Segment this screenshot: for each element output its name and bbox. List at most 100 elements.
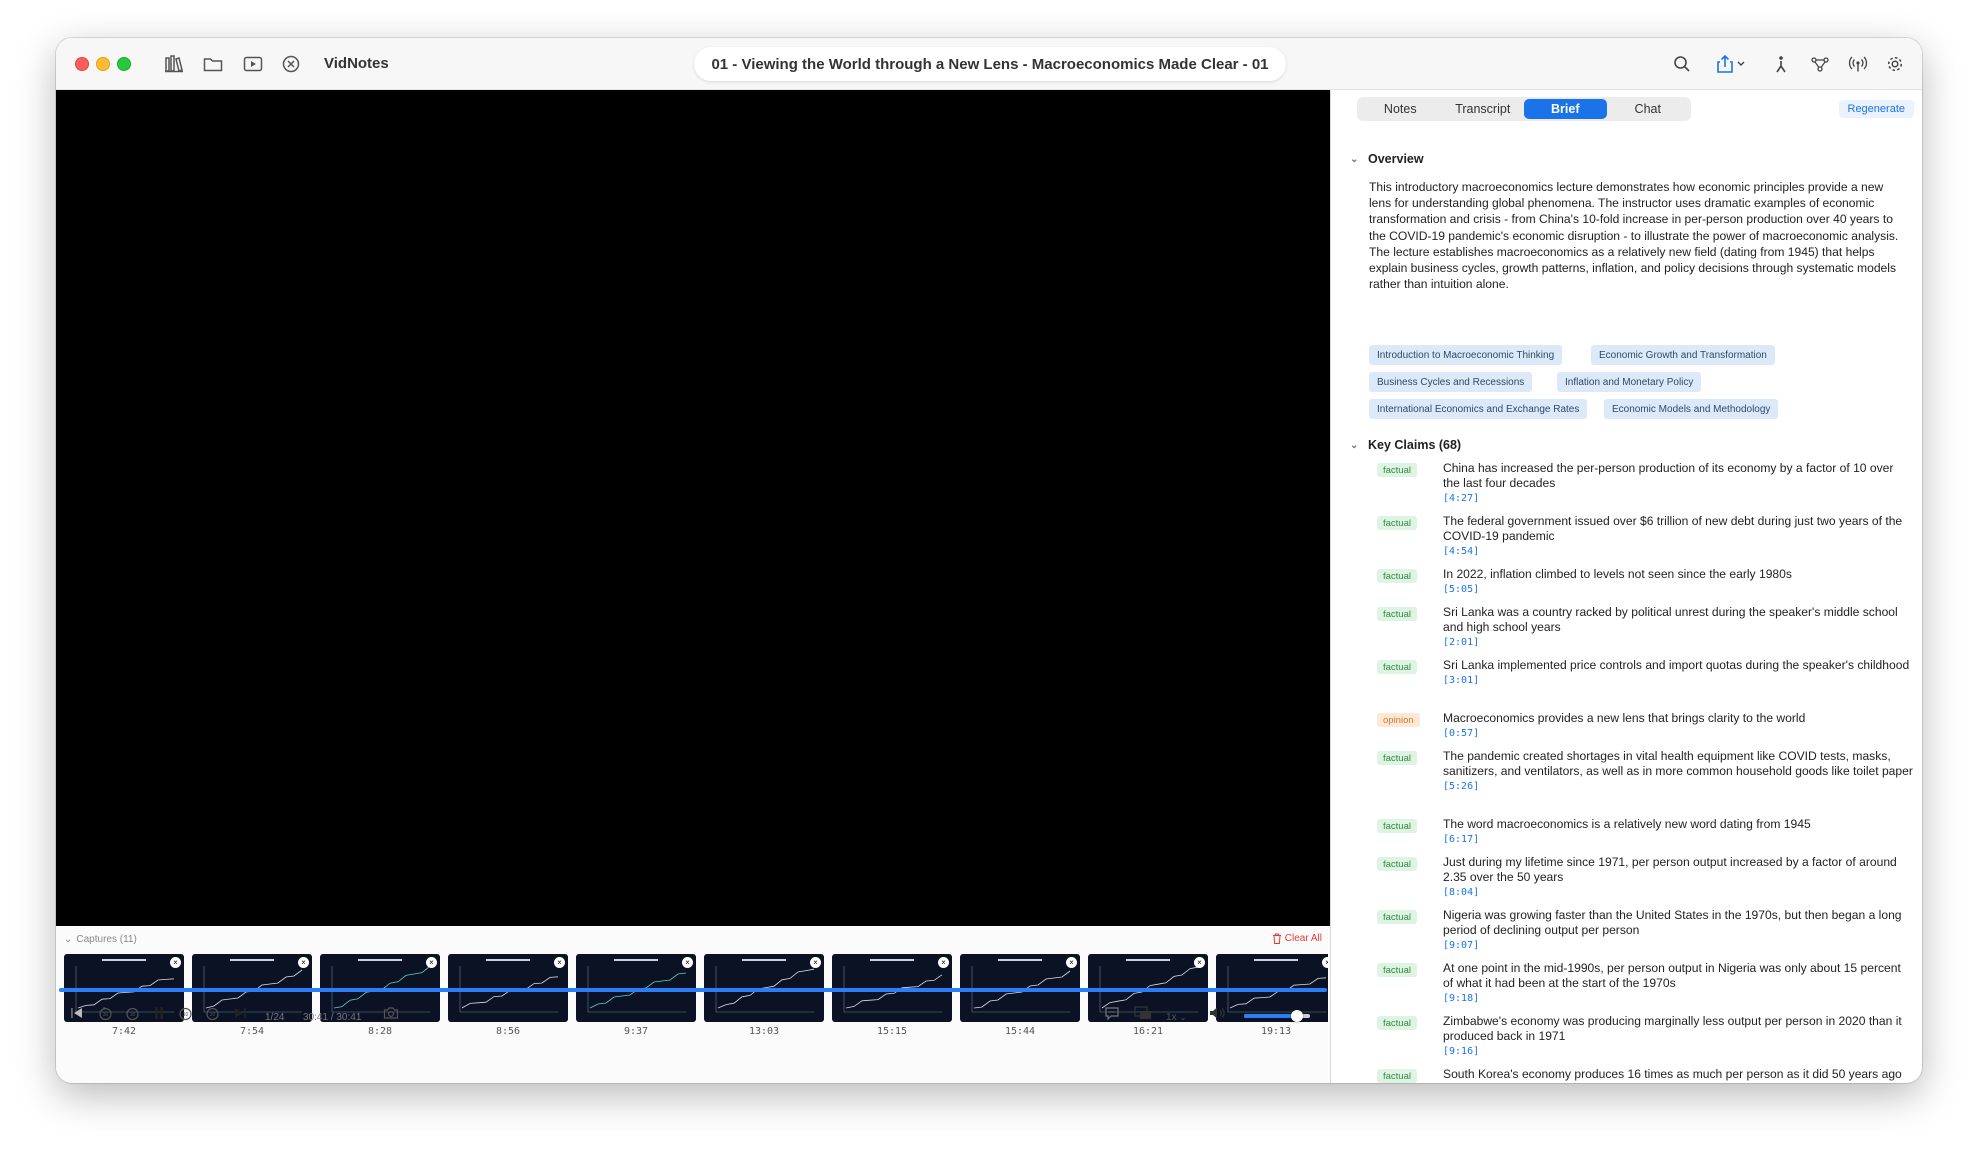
- claim-timestamp-link[interactable]: [5:05]: [1443, 584, 1479, 595]
- claim-type-badge: factual: [1377, 1069, 1417, 1083]
- accessibility-icon[interactable]: [1768, 51, 1794, 77]
- close-circle-icon[interactable]: [278, 51, 304, 77]
- panel-tabs: Notes Transcript Brief Chat: [1357, 97, 1691, 121]
- tab-transcript[interactable]: Transcript: [1442, 99, 1525, 119]
- search-icon[interactable]: [1669, 51, 1695, 77]
- playback-progress-bar[interactable]: [59, 988, 1327, 992]
- speed-label: 1x: [1166, 1012, 1177, 1023]
- graph-icon[interactable]: [1807, 51, 1833, 77]
- topic-tag[interactable]: International Economics and Exchange Rat…: [1369, 399, 1588, 419]
- close-window-button[interactable]: [75, 57, 89, 71]
- claim-text: The federal government issued over $6 tr…: [1443, 514, 1903, 543]
- remove-capture-icon[interactable]: ×: [426, 957, 437, 968]
- trash-icon: [1272, 933, 1281, 944]
- volume-icon[interactable]: [1209, 1006, 1227, 1020]
- camera-icon[interactable]: [383, 1006, 399, 1020]
- topic-tag[interactable]: Business Cycles and Recessions: [1369, 372, 1533, 392]
- tab-notes[interactable]: Notes: [1359, 99, 1442, 119]
- minimize-window-button[interactable]: [96, 57, 110, 71]
- app-name: VidNotes: [324, 55, 389, 72]
- forward-30-icon[interactable]: 30: [205, 1006, 220, 1021]
- claim-timestamp-link[interactable]: [9:07]: [1443, 940, 1479, 951]
- speed-selector[interactable]: 1x ⌄: [1166, 1012, 1186, 1023]
- claim-timestamp-link[interactable]: [2:01]: [1443, 637, 1479, 648]
- svg-text:30: 30: [210, 1012, 216, 1018]
- claim-type-badge: factual: [1377, 963, 1417, 977]
- claim-text: Macroeconomics provides a new lens that …: [1443, 711, 1806, 725]
- captures-header[interactable]: ⌄ Captures (11): [64, 934, 137, 945]
- claim-text: In 2022, inflation climbed to levels not…: [1443, 567, 1792, 581]
- overview-text: This introductory macroeconomics lecture…: [1369, 180, 1899, 292]
- remove-capture-icon[interactable]: ×: [1322, 957, 1328, 968]
- folder-icon[interactable]: [200, 51, 226, 77]
- claim-type-badge: factual: [1377, 516, 1417, 530]
- topic-tag[interactable]: Introduction to Macroeconomic Thinking: [1369, 345, 1563, 365]
- claim-type-badge: factual: [1377, 463, 1417, 477]
- pause-icon[interactable]: [153, 1006, 165, 1020]
- remove-capture-icon[interactable]: ×: [298, 957, 309, 968]
- claim-text: Sri Lanka implemented price controls and…: [1443, 658, 1910, 672]
- claim-timestamp-link[interactable]: [6:17]: [1443, 834, 1479, 845]
- claim-type-badge: factual: [1377, 607, 1417, 621]
- claim-type-badge: factual: [1377, 910, 1417, 924]
- claim-timestamp-link[interactable]: [0:57]: [1443, 728, 1479, 739]
- picture-in-picture-icon[interactable]: [1134, 1006, 1152, 1020]
- claim-text: South Korea's economy produces 16 times …: [1443, 1067, 1902, 1081]
- playback-time: 30:41 / 30:41: [303, 1012, 362, 1023]
- claim-timestamp-link[interactable]: [8:04]: [1443, 887, 1479, 898]
- forward-10-icon[interactable]: 10: [178, 1006, 193, 1021]
- claim-text: Zimbabwe's economy was producing margina…: [1443, 1014, 1902, 1043]
- remove-capture-icon[interactable]: ×: [1066, 957, 1077, 968]
- skip-start-icon[interactable]: [70, 1006, 84, 1020]
- claim-text: China has increased the per-person produ…: [1443, 461, 1894, 490]
- overview-header[interactable]: ⌄ Overview: [1350, 152, 1424, 166]
- remove-capture-icon[interactable]: ×: [1194, 957, 1205, 968]
- chevron-down-icon: ⌄: [1350, 153, 1359, 165]
- claim-type-badge: factual: [1377, 751, 1417, 765]
- svg-text:10: 10: [130, 1012, 136, 1018]
- volume-knob[interactable]: [1290, 1010, 1303, 1022]
- remove-capture-icon[interactable]: ×: [682, 957, 693, 968]
- regenerate-button[interactable]: Regenerate: [1838, 100, 1914, 118]
- claim-text: Nigeria was growing faster than the Unit…: [1443, 908, 1902, 937]
- volume-fill: [1244, 1014, 1297, 1018]
- broadcast-icon[interactable]: [1845, 51, 1871, 77]
- key-claims-header[interactable]: ⌄ Key Claims (68): [1350, 438, 1461, 452]
- overview-title: Overview: [1368, 152, 1424, 166]
- claim-type-badge: opinion: [1377, 713, 1420, 727]
- remove-capture-icon[interactable]: ×: [810, 957, 821, 968]
- topic-tag[interactable]: Economic Models and Methodology: [1604, 399, 1779, 419]
- claim-type-badge: factual: [1377, 660, 1417, 674]
- claim-timestamp-link[interactable]: [3:01]: [1443, 675, 1479, 686]
- remove-capture-icon[interactable]: ×: [938, 957, 949, 968]
- claim-timestamp-link[interactable]: [9:18]: [1443, 993, 1479, 1004]
- skip-end-icon[interactable]: [233, 1006, 247, 1020]
- svg-text:30: 30: [103, 1012, 109, 1018]
- video-player[interactable]: [56, 90, 1330, 926]
- topic-tag[interactable]: Economic Growth and Transformation: [1591, 345, 1775, 365]
- remove-capture-icon[interactable]: ×: [170, 957, 181, 968]
- chevron-down-icon: ⌄: [64, 934, 73, 945]
- topic-tag[interactable]: Inflation and Monetary Policy: [1557, 372, 1702, 392]
- claim-text: The word macroeconomics is a relatively …: [1443, 817, 1811, 831]
- claim-timestamp-link[interactable]: [5:26]: [1443, 781, 1479, 792]
- zoom-window-button[interactable]: [117, 57, 131, 71]
- claim-timestamp-link[interactable]: [4:27]: [1443, 493, 1479, 504]
- chevron-down-icon: ⌄: [1179, 1013, 1187, 1022]
- library-icon[interactable]: [161, 51, 187, 77]
- share-icon[interactable]: [1714, 51, 1750, 77]
- rewind-30-icon[interactable]: 30: [98, 1006, 113, 1021]
- claim-timestamp-link[interactable]: [4:54]: [1443, 546, 1479, 557]
- subtitles-icon[interactable]: [1104, 1006, 1120, 1020]
- play-window-icon[interactable]: [240, 51, 266, 77]
- claim-timestamp-link[interactable]: [9:16]: [1443, 1046, 1479, 1057]
- volume-slider[interactable]: [1244, 1010, 1310, 1022]
- clear-all-button[interactable]: Clear All: [1272, 933, 1322, 944]
- remove-capture-icon[interactable]: ×: [554, 957, 565, 968]
- claim-type-badge: factual: [1377, 569, 1417, 583]
- gear-icon[interactable]: [1882, 51, 1908, 77]
- claim-type-badge: factual: [1377, 857, 1417, 871]
- tab-chat[interactable]: Chat: [1607, 99, 1690, 119]
- tab-brief[interactable]: Brief: [1524, 99, 1607, 119]
- rewind-10-icon[interactable]: 10: [125, 1006, 140, 1021]
